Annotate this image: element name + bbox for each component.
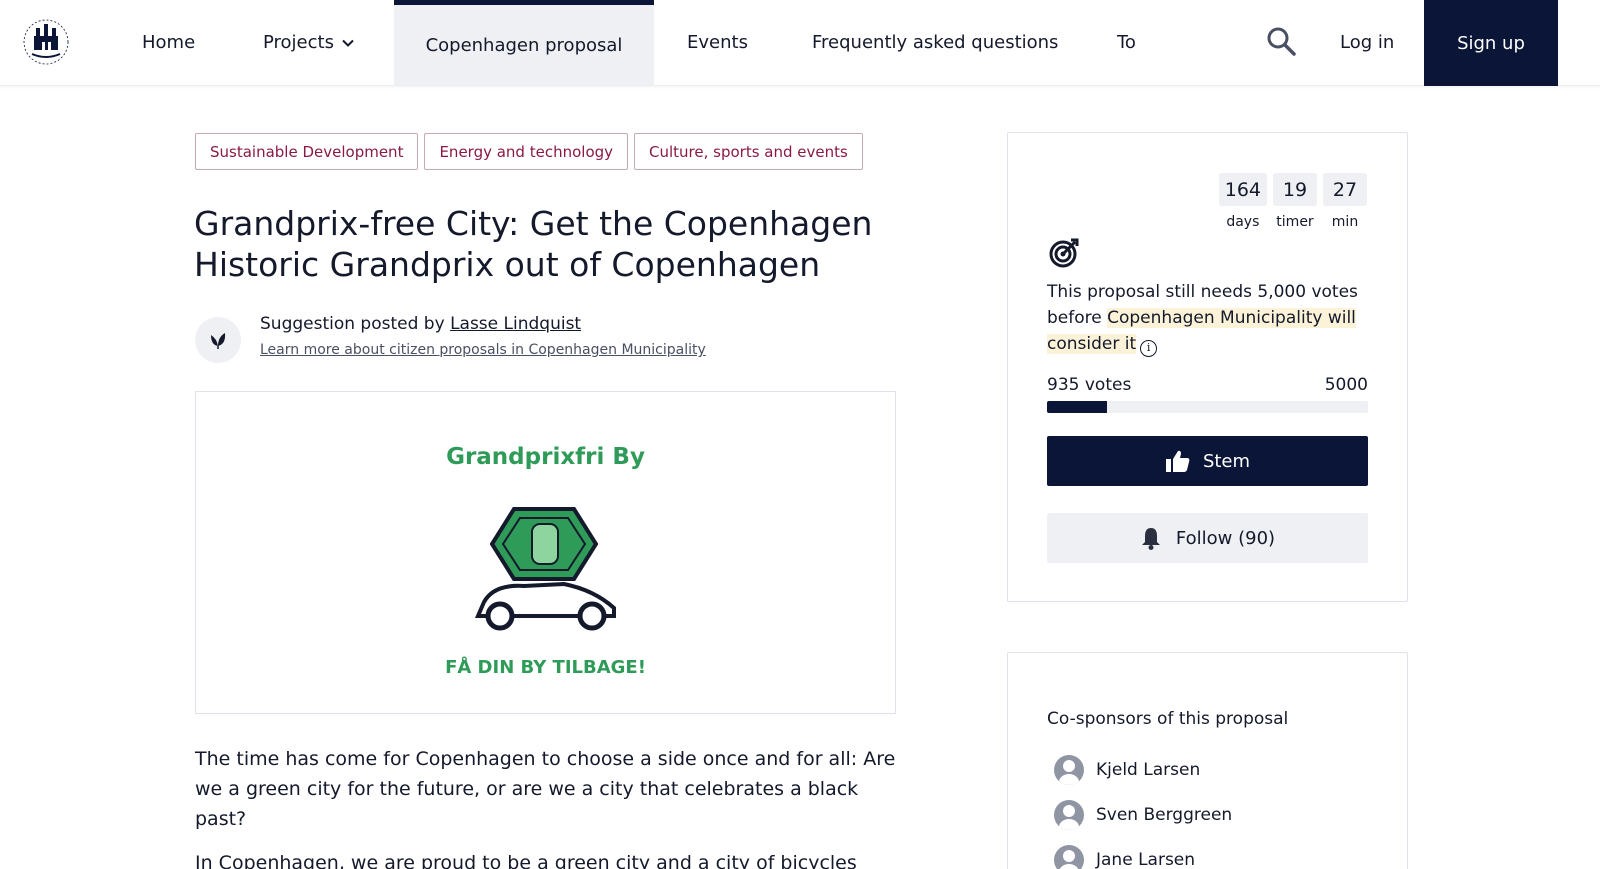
timer-hours: 19 timer <box>1273 173 1317 230</box>
posted-by: Suggestion posted by Lasse Lindquist <box>260 314 581 334</box>
body-paragraph: In Copenhagen, we are proud to be a gree… <box>195 852 857 869</box>
votes-progress-fill <box>1047 401 1108 413</box>
bell-icon <box>1141 528 1160 550</box>
posted-by-prefix: Suggestion posted by <box>260 314 445 334</box>
stem-button[interactable]: Stem <box>1047 436 1368 486</box>
search-icon[interactable] <box>1266 26 1296 56</box>
voting-card: 164 days 19 timer 27 min This proposal s… <box>1007 132 1408 602</box>
votes-progress-bar <box>1047 401 1368 413</box>
timer-minutes-label: min <box>1331 214 1359 230</box>
body-paragraph: The time has come for Copenhagen to choo… <box>195 748 896 830</box>
cosponsor-item[interactable]: Sven Berggreen <box>1054 800 1232 830</box>
nav-projects[interactable]: Projects <box>263 0 354 85</box>
countdown-timer: 164 days 19 timer 27 min <box>1218 173 1367 230</box>
timer-days: 164 days <box>1218 173 1267 230</box>
cosponsors-title: Co-sponsors of this proposal <box>1047 709 1289 729</box>
timer-hours-label: timer <box>1276 214 1314 230</box>
cosponsor-item[interactable]: Kjeld Larsen <box>1054 755 1200 785</box>
image-slogan: FÅ DIN BY TILBAGE! <box>445 657 646 678</box>
timer-minutes-value: 27 <box>1323 173 1367 206</box>
timer-hours-value: 19 <box>1273 173 1317 206</box>
tag-sustainable-development[interactable]: Sustainable Development <box>195 133 419 170</box>
target-icon <box>1049 238 1079 268</box>
nav-faq[interactable]: Frequently asked questions <box>812 0 1058 85</box>
leaf-icon <box>195 317 241 363</box>
nav-events[interactable]: Events <box>687 0 748 85</box>
nav-projects-label: Projects <box>263 32 334 53</box>
cosponsor-name: Sven Berggreen <box>1096 805 1233 825</box>
category-tags: Sustainable Development Energy and techn… <box>195 133 863 170</box>
nav-copenhagen-proposal[interactable]: Copenhagen proposal <box>394 0 654 85</box>
thumbs-up-icon <box>1165 450 1190 472</box>
follow-button[interactable]: Follow (90) <box>1047 513 1368 563</box>
tag-culture-sports-events[interactable]: Culture, sports and events <box>634 133 863 170</box>
votes-current: 935 votes <box>1047 375 1132 395</box>
avatar <box>1054 755 1084 785</box>
image-title: Grandprixfri By <box>446 444 645 470</box>
votes-row: 935 votes 5000 <box>1047 375 1368 395</box>
votes-target: 5000 <box>1324 375 1368 395</box>
cosponsor-name: Kjeld Larsen <box>1096 760 1201 780</box>
chevron-down-icon <box>342 39 354 47</box>
cosponsors-card: Co-sponsors of this proposal Kjeld Larse… <box>1007 652 1408 869</box>
learn-more-link[interactable]: Learn more about citizen proposals in Co… <box>260 342 706 358</box>
info-icon[interactable]: i <box>1140 340 1158 357</box>
login-link[interactable]: Log in <box>1340 0 1394 85</box>
avatar <box>1054 845 1084 869</box>
stop-car-illustration <box>474 507 616 631</box>
timer-days-value: 164 <box>1218 173 1267 206</box>
timer-days-label: days <box>1226 214 1260 230</box>
votes-needed-text: This proposal still needs 5,000 votes be… <box>1047 279 1377 357</box>
avatar <box>1054 800 1084 830</box>
follow-label: Follow (90) <box>1175 527 1276 549</box>
nav-home[interactable]: Home <box>142 0 195 85</box>
copenhagen-logo[interactable] <box>20 14 72 70</box>
top-navigation: Home Projects Copenhagen proposal Events… <box>0 0 1600 86</box>
proposal-title: Grandprix-free City: Get the Copenhagen … <box>194 204 873 284</box>
nav-to[interactable]: To <box>1117 0 1136 85</box>
signup-button[interactable]: Sign up <box>1424 0 1558 86</box>
proposal-body: The time has come for Copenhagen to choo… <box>195 744 905 869</box>
proposal-image: Grandprixfri By FÅ DIN BY TILBAGE! <box>195 391 896 714</box>
author-link[interactable]: Lasse Lindquist <box>450 314 581 334</box>
tag-energy-technology[interactable]: Energy and technology <box>424 133 629 170</box>
cosponsor-item[interactable]: Jane Larsen <box>1054 845 1195 869</box>
timer-minutes: 27 min <box>1323 173 1367 230</box>
stem-label: Stem <box>1202 450 1251 472</box>
cosponsor-name: Jane Larsen <box>1096 850 1196 869</box>
